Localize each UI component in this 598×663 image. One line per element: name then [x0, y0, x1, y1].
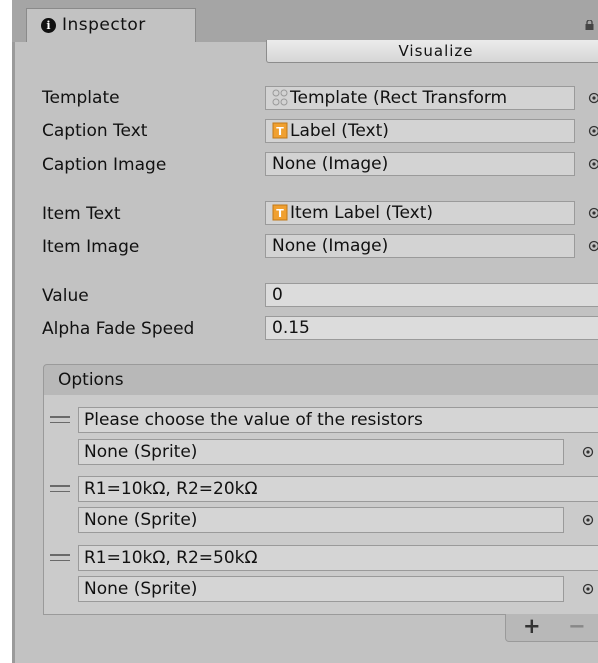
- object-picker-icon[interactable]: [588, 240, 598, 252]
- svg-text:T: T: [276, 125, 284, 138]
- remove-option-button[interactable]: −: [568, 614, 586, 638]
- object-picker-icon[interactable]: [588, 92, 598, 104]
- option-text-input[interactable]: R1=10kΩ, R2=50kΩ: [78, 545, 598, 571]
- alpha-fade-speed-input[interactable]: 0.15: [265, 316, 598, 340]
- options-footer: + −: [505, 614, 598, 642]
- option-image-field[interactable]: None (Sprite): [78, 507, 564, 533]
- caption-text-value: Label (Text): [290, 121, 389, 141]
- tab-bar: i Inspector: [12, 0, 598, 42]
- option-text-input[interactable]: R1=10kΩ, R2=20kΩ: [78, 476, 598, 502]
- caption-image-value: None (Image): [272, 154, 389, 174]
- item-image-label: Item Image: [42, 237, 140, 257]
- info-icon: i: [41, 18, 56, 33]
- add-option-button[interactable]: +: [523, 614, 541, 638]
- caption-image-label: Caption Image: [42, 155, 167, 175]
- tab-inspector[interactable]: i Inspector: [26, 8, 196, 42]
- object-picker-icon[interactable]: [582, 446, 594, 458]
- caption-image-field[interactable]: None (Image): [265, 152, 575, 176]
- option-image-field[interactable]: None (Sprite): [78, 576, 564, 602]
- drag-handle-icon[interactable]: [50, 554, 70, 564]
- text-component-icon: T: [272, 204, 288, 221]
- item-image-value: None (Image): [272, 236, 389, 256]
- alpha-fade-speed-label: Alpha Fade Speed: [42, 319, 195, 339]
- item-text-value: Item Label (Text): [290, 203, 434, 223]
- options-header: Options: [43, 364, 598, 396]
- options-title: Options: [58, 370, 124, 390]
- svg-text:T: T: [276, 207, 284, 220]
- option-text-input[interactable]: Please choose the value of the resistors: [78, 407, 598, 433]
- value-input[interactable]: 0: [265, 283, 598, 307]
- rect-transform-icon: [272, 89, 288, 106]
- item-text-field[interactable]: T Item Label (Text): [265, 201, 575, 225]
- value-label: Value: [42, 286, 89, 306]
- object-picker-icon[interactable]: [582, 514, 594, 526]
- caption-text-label: Caption Text: [42, 121, 148, 141]
- object-picker-icon[interactable]: [588, 207, 598, 219]
- lock-icon[interactable]: [585, 20, 594, 30]
- template-value: Template (Rect Transform: [290, 88, 508, 108]
- caption-text-field[interactable]: T Label (Text): [265, 119, 575, 143]
- template-label: Template: [42, 88, 120, 108]
- drag-handle-icon[interactable]: [50, 416, 70, 426]
- option-image-field[interactable]: None (Sprite): [78, 439, 564, 465]
- item-image-field[interactable]: None (Image): [265, 234, 575, 258]
- object-picker-icon[interactable]: [588, 158, 598, 170]
- template-field[interactable]: Template (Rect Transform: [265, 86, 575, 110]
- item-text-label: Item Text: [42, 204, 121, 224]
- visualize-button[interactable]: Visualize: [266, 40, 598, 63]
- tab-title: Inspector: [62, 15, 146, 35]
- panel-left-border: [12, 42, 15, 663]
- object-picker-icon[interactable]: [582, 583, 594, 595]
- drag-handle-icon[interactable]: [50, 485, 70, 495]
- text-component-icon: T: [272, 122, 288, 139]
- object-picker-icon[interactable]: [588, 125, 598, 137]
